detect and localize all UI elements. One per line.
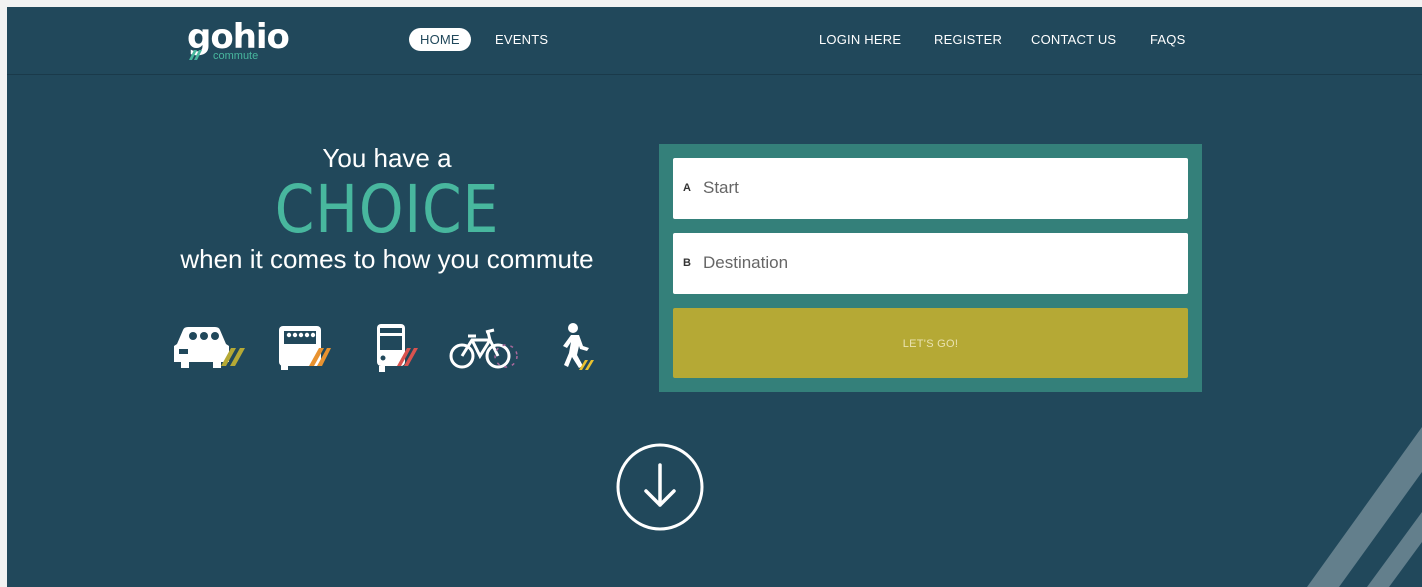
hero-headline: You have a CHOICE when it comes to how y… bbox=[137, 142, 637, 276]
bike-icon[interactable] bbox=[448, 322, 520, 374]
carpool-icon[interactable] bbox=[169, 322, 245, 374]
vanpool-icon[interactable] bbox=[275, 322, 331, 374]
destination-marker: B bbox=[683, 257, 691, 269]
nav-register[interactable]: REGISTER bbox=[934, 29, 1002, 51]
header: gohio commute HOME EVENTS LOGIN HERE REG… bbox=[7, 7, 1422, 75]
bus-icon[interactable] bbox=[373, 322, 419, 374]
commute-modes bbox=[165, 322, 605, 382]
scroll-down-arrow-icon[interactable] bbox=[616, 443, 704, 531]
nav-events[interactable]: EVENTS bbox=[495, 29, 548, 51]
logo-slash-icon bbox=[189, 50, 202, 60]
destination-input[interactable] bbox=[701, 233, 1175, 293]
hero-line-1: You have a bbox=[322, 143, 452, 173]
start-marker: A bbox=[683, 182, 691, 194]
destination-field[interactable]: B bbox=[673, 233, 1188, 294]
walk-icon[interactable] bbox=[555, 322, 595, 374]
lets-go-button[interactable]: LET'S GO! bbox=[673, 308, 1188, 378]
nav-login[interactable]: LOGIN HERE bbox=[819, 29, 901, 51]
nav-home[interactable]: HOME bbox=[409, 28, 471, 51]
decorative-stripes bbox=[1307, 427, 1422, 587]
logo-subtitle: commute bbox=[213, 50, 259, 62]
logo[interactable]: gohio commute bbox=[187, 17, 290, 65]
start-input[interactable] bbox=[701, 158, 1175, 218]
hero-choice: CHOICE bbox=[274, 171, 500, 248]
page: gohio commute HOME EVENTS LOGIN HERE REG… bbox=[7, 7, 1422, 587]
nav-faqs[interactable]: FAQS bbox=[1150, 29, 1185, 51]
nav-contact[interactable]: CONTACT US bbox=[1031, 29, 1116, 51]
trip-planner-form: A B LET'S GO! bbox=[659, 144, 1202, 392]
start-field[interactable]: A bbox=[673, 158, 1188, 219]
